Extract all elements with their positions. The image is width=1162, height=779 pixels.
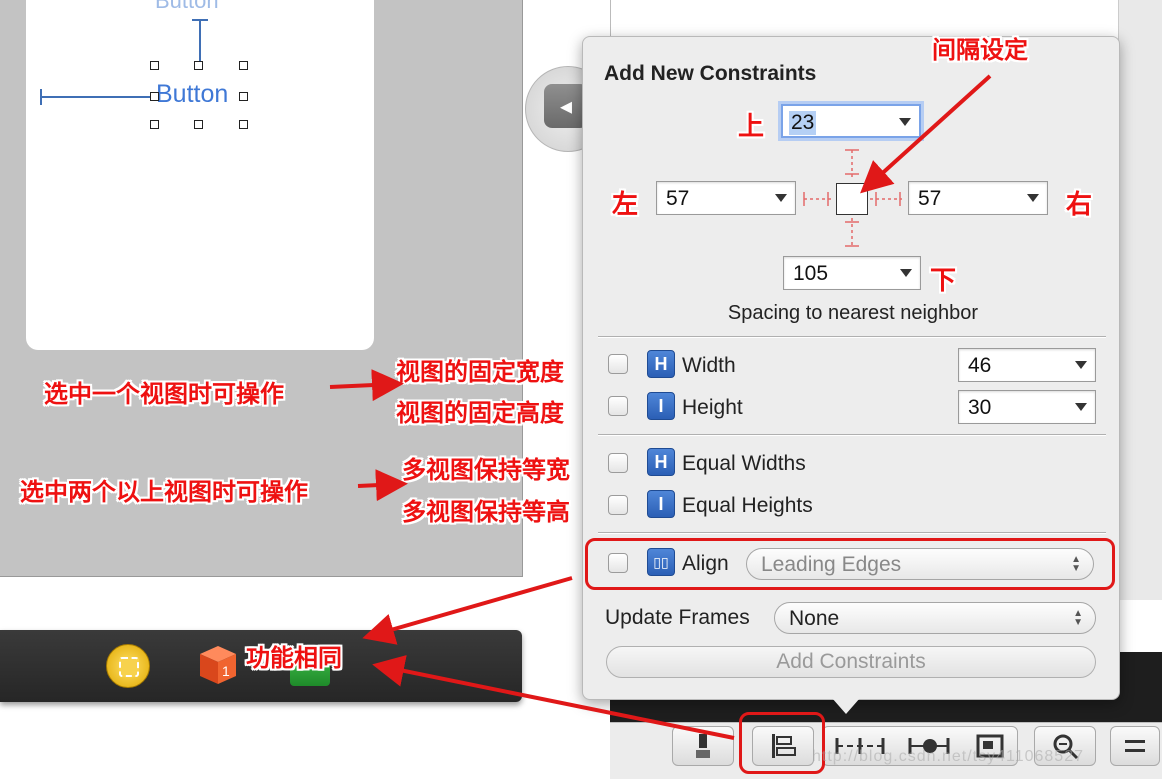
annotation-arrows [329, 74, 992, 740]
watermark: http://blog.csdn.net/tsy411068527 [812, 748, 1084, 765]
